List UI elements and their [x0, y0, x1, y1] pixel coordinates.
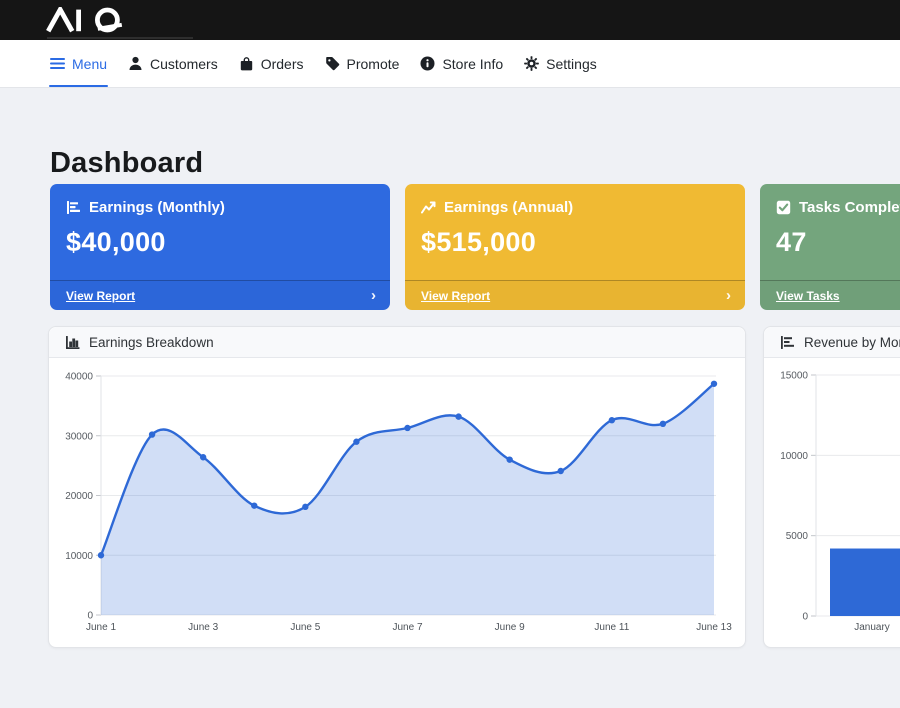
view-report-link[interactable]: View Report [66, 289, 135, 303]
svg-text:10000: 10000 [780, 451, 808, 462]
nav-item-settings[interactable]: Settings [524, 40, 597, 87]
chart-title: Earnings Breakdown [89, 335, 214, 350]
bag-icon [239, 56, 254, 71]
svg-text:June 13: June 13 [696, 622, 732, 633]
svg-text:June 5: June 5 [290, 622, 320, 633]
nav-label: Promote [347, 56, 400, 72]
svg-text:20000: 20000 [65, 491, 93, 502]
card-value: 47 [776, 227, 900, 258]
svg-text:June 7: June 7 [392, 622, 422, 633]
view-tasks-link-row[interactable]: View Tasks › [760, 280, 900, 310]
page-content: Dashboard Earnings (Monthly) $40,000 Vie… [0, 88, 900, 708]
person-icon [128, 56, 143, 71]
svg-text:10000: 10000 [65, 551, 93, 562]
chevron-right-icon: › [726, 288, 731, 303]
revenue-by-month-bar-chart: 0 5000 10000 15000 January [764, 358, 900, 648]
nav-item-promote[interactable]: Promote [325, 40, 400, 87]
card-earnings-monthly: Earnings (Monthly) $40,000 View Report › [50, 184, 390, 310]
logo-letter-a [48, 10, 72, 32]
nav-label: Orders [261, 56, 304, 72]
chart-title: Revenue by Month [804, 335, 900, 350]
nav-item-store-info[interactable]: Store Info [420, 40, 503, 87]
card-value: $40,000 [66, 227, 374, 258]
summary-cards-row: Earnings (Monthly) $40,000 View Report ›… [50, 184, 900, 310]
nav-item-customers[interactable]: Customers [128, 40, 218, 87]
svg-text:June 9: June 9 [495, 622, 525, 633]
brand-underline [47, 37, 193, 39]
revenue-by-month-card: Revenue by Month 0 5000 10000 15000 January [763, 326, 900, 648]
earnings-breakdown-card: Earnings Breakdown 0 10000 20000 30000 40000… [48, 326, 746, 648]
svg-text:0: 0 [87, 611, 93, 622]
nav-item-orders[interactable]: Orders [239, 40, 304, 87]
gear-icon [524, 56, 539, 71]
card-value: $515,000 [421, 227, 729, 258]
solid-bar-chart-icon [65, 335, 80, 350]
charts-row: Earnings Breakdown 0 10000 20000 30000 40000… [48, 326, 900, 648]
nav-label: Settings [546, 56, 597, 72]
svg-text:January: January [854, 622, 890, 633]
svg-text:June 11: June 11 [594, 622, 629, 633]
hamburger-icon [50, 57, 65, 70]
svg-text:0: 0 [802, 612, 808, 623]
bar-chart-icon [66, 200, 81, 215]
view-report-link[interactable]: View Report [421, 289, 490, 303]
nav-label: Menu [72, 56, 107, 72]
top-app-bar [0, 0, 900, 40]
brand-logo-aiq[interactable] [45, 7, 141, 33]
info-circle-icon [420, 56, 435, 71]
line-chart-icon [421, 200, 436, 215]
card-earnings-annual: Earnings (Annual) $515,000 View Report › [405, 184, 745, 310]
svg-text:30000: 30000 [65, 431, 93, 442]
horizontal-bars-chart-icon [780, 335, 795, 350]
nav-label: Customers [150, 56, 218, 72]
svg-text:15000: 15000 [780, 371, 808, 382]
view-report-link-row[interactable]: View Report › [405, 280, 745, 310]
view-report-link-row[interactable]: View Report › [50, 280, 390, 310]
chevron-right-icon: › [371, 288, 376, 303]
svg-text:June 1: June 1 [86, 622, 116, 633]
main-navbar: Menu Customers Orders Promote Store Info… [0, 40, 900, 88]
earnings-breakdown-area-chart: 0 10000 20000 30000 40000 June 1 June 3 June 5 J… [49, 358, 745, 648]
svg-text:40000: 40000 [65, 372, 93, 383]
card-title: Tasks Completed [799, 199, 900, 216]
view-tasks-link[interactable]: View Tasks [776, 289, 840, 303]
card-title: Earnings (Annual) [444, 199, 573, 216]
check-square-icon [776, 200, 791, 215]
svg-text:5000: 5000 [786, 531, 809, 542]
card-tasks-completed: Tasks Completed 47 View Tasks › [760, 184, 900, 310]
svg-text:June 3: June 3 [188, 622, 218, 633]
tag-icon [325, 56, 340, 71]
nav-label: Store Info [442, 56, 503, 72]
card-title: Earnings (Monthly) [89, 199, 225, 216]
nav-item-menu[interactable]: Menu [50, 40, 107, 87]
page-title: Dashboard [50, 146, 900, 180]
